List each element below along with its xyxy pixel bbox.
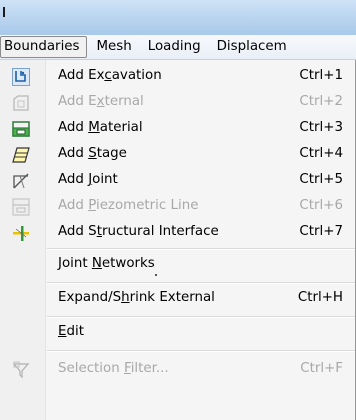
menu-item-shortcut: Ctrl+4 xyxy=(299,146,343,161)
excavation-icon xyxy=(12,68,30,86)
menu-item-add-excavation[interactable]: Add Excavation Ctrl+1 xyxy=(0,64,355,90)
menu-item-label: Add Piezometric Line xyxy=(58,198,199,213)
joint-boundary-icon xyxy=(12,172,30,190)
menu-item-shortcut: Ctrl+3 xyxy=(299,120,343,135)
external-boundary-icon xyxy=(12,94,30,112)
menu-item-label: Expand/Shrink External xyxy=(58,290,215,305)
menu-item-shortcut: Ctrl+2 xyxy=(299,94,343,109)
title-bar-glyph xyxy=(3,7,7,17)
boundaries-dropdown-menu: Add Excavation Ctrl+1 Add External Ctrl+… xyxy=(0,60,356,420)
material-boundary-icon xyxy=(12,120,30,138)
menu-item-add-structural-interface[interactable]: Add Structural Interface Ctrl+7 xyxy=(0,220,355,246)
menu-item-label: Edit xyxy=(58,324,84,339)
menu-item-label: Selection Filter... xyxy=(58,361,169,376)
menu-boundaries[interactable]: Boundaries xyxy=(0,36,87,58)
menu-separator xyxy=(47,350,355,352)
piezometric-line-icon xyxy=(12,198,30,216)
menu-item-label: Add Stage xyxy=(58,146,127,161)
menu-item-add-piezometric-line[interactable]: Add Piezometric Line Ctrl+6 xyxy=(0,194,355,220)
menu-displacement[interactable]: Displacem xyxy=(209,36,295,58)
menu-mesh[interactable]: Mesh xyxy=(89,36,140,58)
menu-item-expand-shrink-external[interactable]: Expand/Shrink External Ctrl+H xyxy=(0,284,355,314)
menu-item-joint-networks[interactable]: Joint Networks xyxy=(0,250,355,280)
menu-item-label: Add Material xyxy=(58,120,143,135)
menu-loading[interactable]: Loading xyxy=(140,36,209,58)
menu-item-label: Joint Networks xyxy=(58,256,155,271)
menu-item-add-joint[interactable]: Add Joint Ctrl+5 xyxy=(0,168,355,194)
menu-item-shortcut: Ctrl+5 xyxy=(299,172,343,187)
menu-item-label: Add Excavation xyxy=(58,68,162,83)
menu-item-shortcut: Ctrl+1 xyxy=(299,68,343,83)
menu-item-label: Add External xyxy=(58,94,144,109)
menu-item-label: Add Joint xyxy=(58,172,118,187)
menu-item-shortcut: Ctrl+F xyxy=(300,361,343,376)
structural-interface-icon xyxy=(12,224,30,242)
menu-item-shortcut: Ctrl+7 xyxy=(299,224,343,239)
menu-item-edit[interactable]: Edit xyxy=(0,318,355,348)
window-title-bar xyxy=(0,0,356,35)
menu-item-add-material[interactable]: Add Material Ctrl+3 xyxy=(0,116,355,142)
menu-item-shortcut: Ctrl+6 xyxy=(299,198,343,213)
menu-item-add-external[interactable]: Add External Ctrl+2 xyxy=(0,90,355,116)
selection-filter-icon xyxy=(12,361,30,379)
menu-bar: Boundaries Mesh Loading Displacem xyxy=(0,35,356,60)
menu-item-label: Add Structural Interface xyxy=(58,224,219,239)
menu-item-shortcut: Ctrl+H xyxy=(297,290,343,305)
menu-item-selection-filter[interactable]: Selection Filter... Ctrl+F xyxy=(0,356,355,384)
menu-item-add-stage[interactable]: Add Stage Ctrl+4 xyxy=(0,142,355,168)
stage-boundary-icon xyxy=(12,146,30,164)
